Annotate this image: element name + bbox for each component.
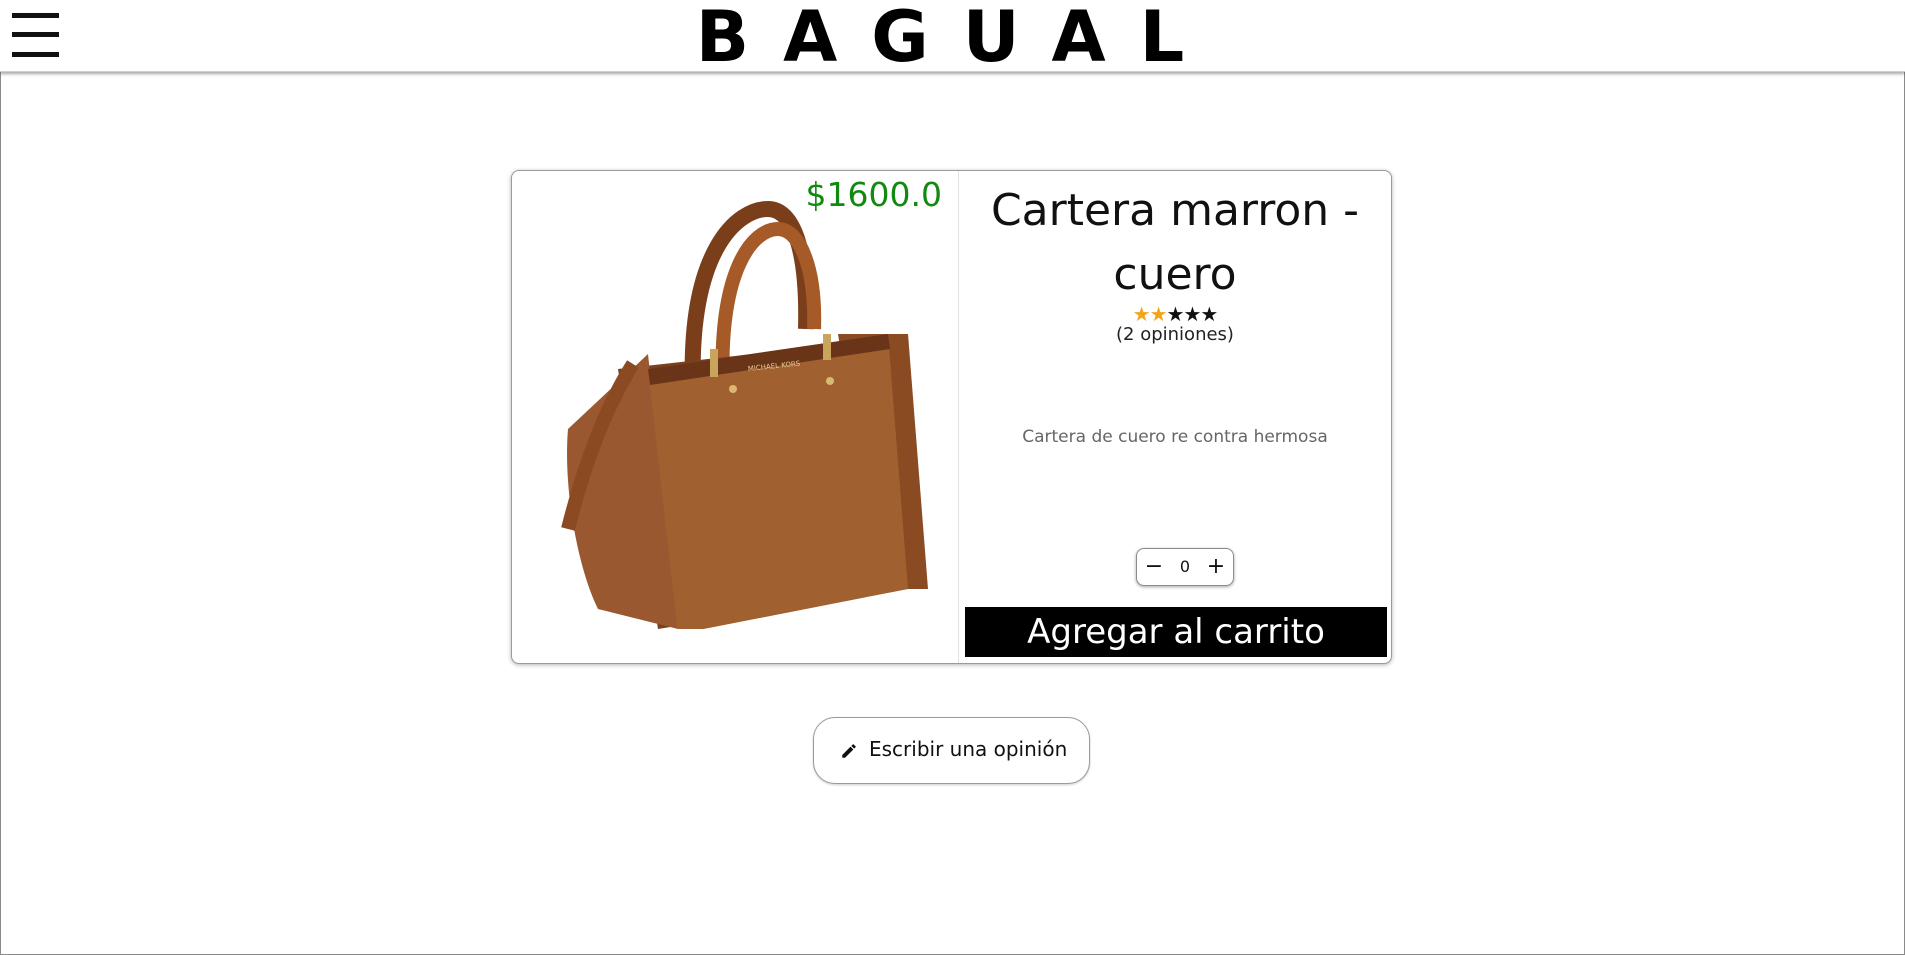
star-filled-icon: ★ <box>1132 302 1151 326</box>
product-price: $1600.0 <box>805 175 942 214</box>
quantity-stepper: − 0 + <box>1136 548 1234 586</box>
add-to-cart-button[interactable]: Agregar al carrito <box>965 607 1387 657</box>
star-filled-icon: ★ <box>1149 302 1168 326</box>
product-image: MICHAEL KORS <box>561 200 928 629</box>
product-description: Cartera de cuero re contra hermosa <box>1022 427 1328 447</box>
product-image-panel: MICHAEL KORS $1600.0 <box>512 171 959 663</box>
star-empty-icon: ★ <box>1200 302 1218 326</box>
product-info-panel: Cartera marron - cuero ★★★★★ (2 opinione… <box>959 171 1391 663</box>
product-card: MICHAEL KORS $1600.0 Cartera marron - cu… <box>511 170 1392 664</box>
product-title: Cartera marron - cuero <box>990 185 1360 300</box>
star-empty-icon: ★ <box>1166 302 1185 326</box>
write-review-label: Escribir una opinión <box>869 737 1068 761</box>
minus-icon[interactable]: − <box>1141 553 1167 581</box>
plus-icon[interactable]: + <box>1203 553 1229 581</box>
brand-logo[interactable]: BAGUAL <box>0 2 1880 72</box>
star-empty-icon: ★ <box>1183 302 1201 326</box>
pencil-icon <box>842 744 856 758</box>
quantity-value[interactable]: 0 <box>1167 553 1203 581</box>
rating-stars: ★★★★★ <box>959 303 1391 325</box>
top-navbar: BAGUAL <box>0 0 1905 72</box>
write-review-button[interactable]: Escribir una opinión <box>813 717 1090 784</box>
review-count[interactable]: (2 opiniones) <box>959 324 1391 345</box>
